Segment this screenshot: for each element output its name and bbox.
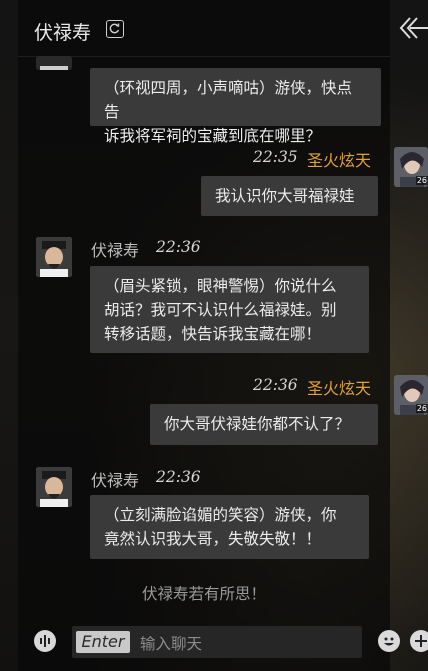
npc-avatar: [36, 56, 72, 70]
message-text-line: （环视四周，小声嘀咕）游侠，快点告: [104, 79, 353, 121]
add-icon[interactable]: [410, 630, 428, 652]
voice-icon[interactable]: [34, 630, 56, 652]
npc-avatar: [36, 467, 72, 507]
npc-name: 伏禄寿: [91, 471, 140, 490]
refresh-icon[interactable]: [106, 20, 124, 38]
player-message-bubble: 你大哥伏禄娃你都不认了？: [150, 404, 378, 445]
npc-message-bubble: （环视四周，小声嘀咕）游侠，快点告 诉我将军祠的宝藏到底在哪里？: [90, 68, 381, 145]
collapse-arrow-icon[interactable]: [398, 14, 428, 42]
chat-input[interactable]: Enter 输入聊天: [72, 626, 362, 658]
player-name: 圣火炫天: [307, 151, 372, 170]
npc-message-bubble: （立刻满脸谄媚的笑容）游侠，你 竟然认识我大哥，失敬失敬！！: [90, 495, 369, 559]
enter-key-hint: Enter: [76, 631, 130, 653]
player-level: 26: [415, 404, 428, 413]
chat-input-placeholder: 输入聊天: [140, 635, 203, 653]
player-avatar: 26: [394, 147, 428, 187]
message-time: 22:36: [156, 468, 201, 486]
npc-avatar: [36, 237, 72, 277]
system-note: 伏禄寿若有所思！: [141, 585, 266, 603]
npc-name: 伏禄寿: [91, 241, 140, 260]
npc-message-bubble: （眉头紧锁，眼神警惕）你说什么 胡话？我可不认识什么福禄娃。别 转移话题，快告诉…: [90, 266, 369, 353]
message-text-line: 诉我将军祠的宝藏到底在哪里？: [104, 127, 322, 145]
message-text-line: （眉头紧锁，眼神警惕）你说什么: [104, 277, 337, 295]
player-name: 圣火炫天: [307, 379, 372, 398]
player-message-bubble: 我认识你大哥福禄娃: [201, 176, 378, 216]
message-text-line: （立刻满脸谄媚的笑容）游侠，你: [104, 506, 337, 524]
message-text: 你大哥伏禄娃你都不认了？: [164, 415, 351, 433]
chat-header: 伏禄寿: [18, 0, 390, 57]
message-text-line: 转移话题，快告诉我宝藏在哪！: [104, 325, 322, 343]
message-time: 22:36: [253, 376, 298, 394]
player-level: 26: [415, 176, 428, 185]
chat-input-bar: Enter 输入聊天: [18, 622, 428, 662]
message-text-line: 竟然认识我大哥，失敬失敬！！: [104, 530, 322, 548]
message-time: 22:36: [156, 238, 201, 256]
player-avatar: 26: [394, 375, 428, 415]
message-text-line: 胡话？我可不认识什么福禄娃。别: [104, 301, 337, 319]
message-time: 22:35: [253, 148, 298, 166]
chat-title: 伏禄寿: [34, 22, 92, 44]
message-text: 我认识你大哥福禄娃: [215, 187, 355, 205]
emoji-icon[interactable]: [378, 630, 400, 652]
